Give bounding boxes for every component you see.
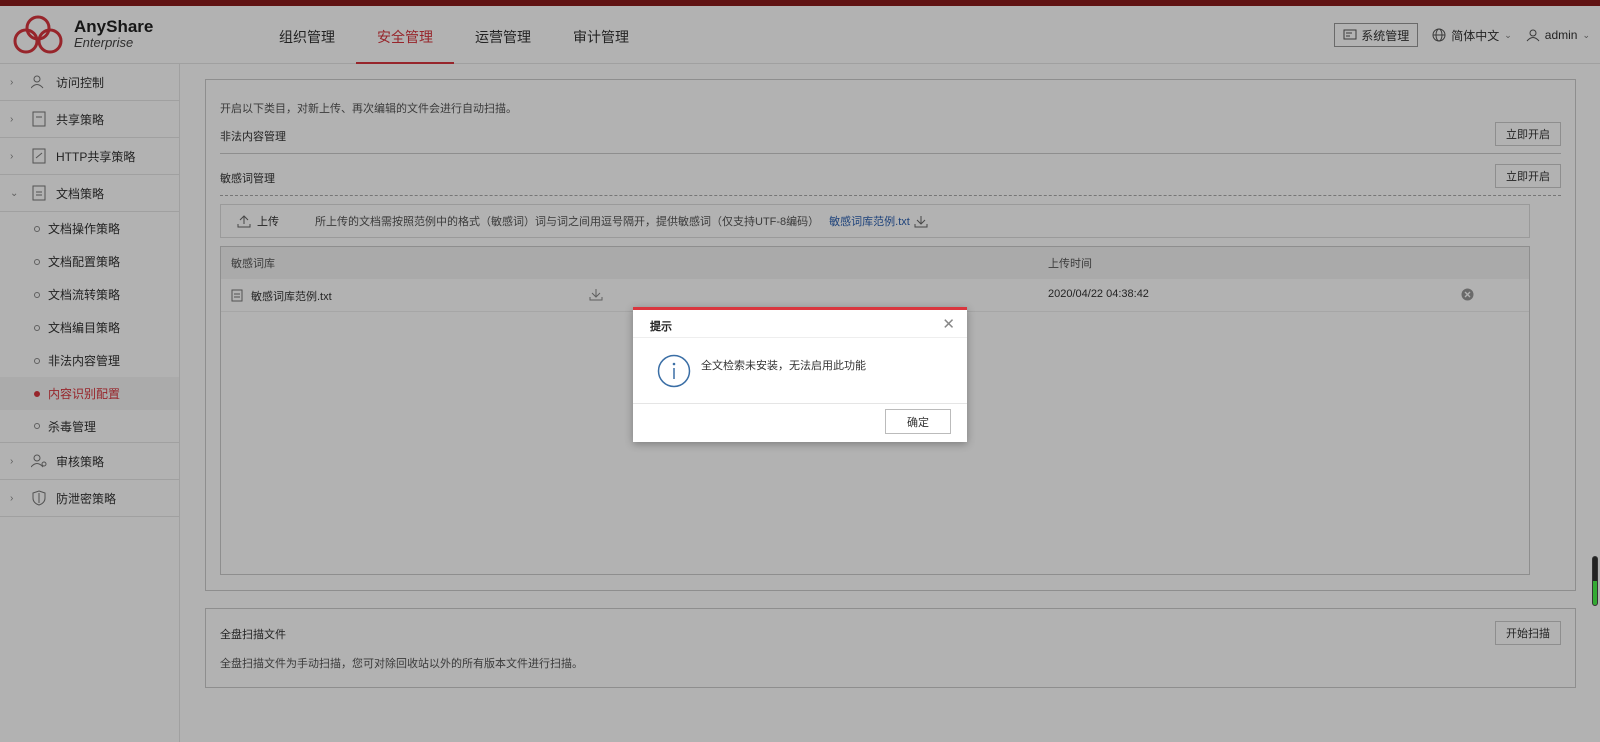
dialog-message: 全文检索未安装，无法启用此功能: [701, 360, 866, 372]
dialog-title: 提示: [650, 321, 672, 333]
info-icon: [657, 354, 691, 388]
confirm-button[interactable]: 确定: [885, 409, 951, 434]
scroll-indicator[interactable]: [1592, 556, 1598, 606]
close-icon[interactable]: ✕: [942, 315, 955, 333]
alert-dialog: 提示 ✕ 全文检索未安装，无法启用此功能 确定: [633, 307, 967, 442]
